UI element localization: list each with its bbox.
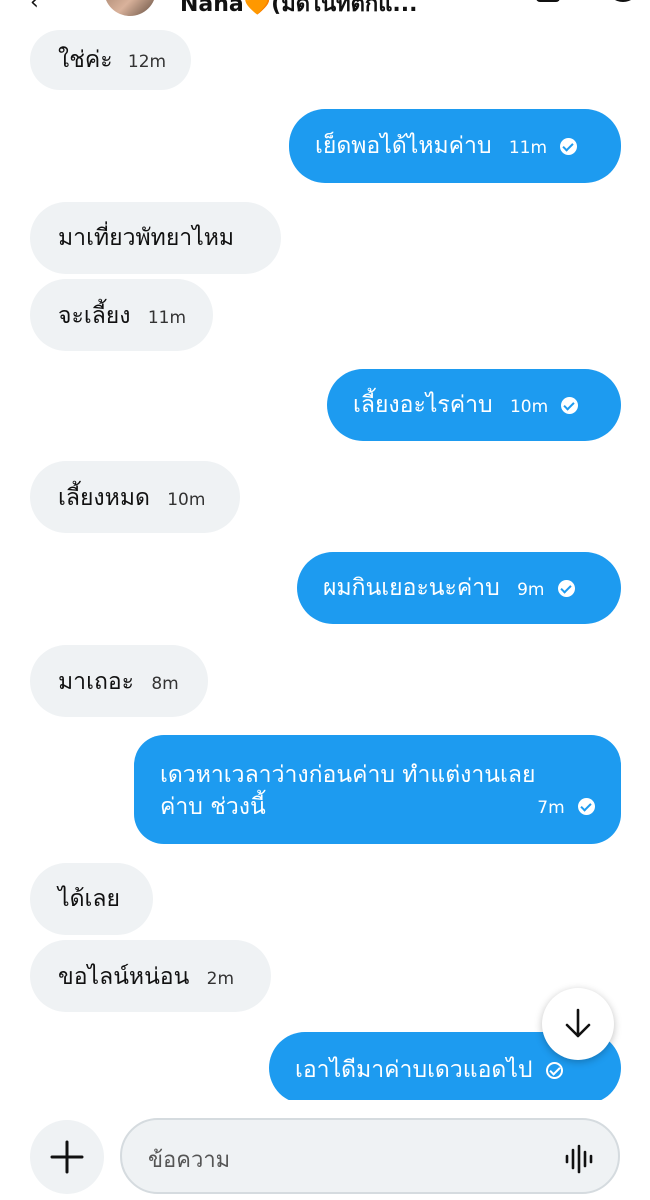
message-time: 11m [147, 308, 187, 328]
message-text: มาเที่ยวพัทยาไหม [58, 225, 235, 251]
message-text: เย็ดพอได้ไหมค่าบ [315, 133, 492, 159]
avatar[interactable] [104, 0, 156, 16]
sent-check-icon [578, 798, 595, 815]
sent-check-icon [560, 138, 578, 155]
message-time: 12m [127, 52, 167, 72]
message-input[interactable]: ข้อความ [120, 1118, 620, 1194]
message-bubble-outgoing[interactable]: เลี้ยงอะไรค่าบ 10m [327, 369, 621, 441]
message-placeholder: ข้อความ [148, 1148, 231, 1173]
settings-icon[interactable] [608, 0, 638, 2]
message-text: เลี้ยงหมด [58, 485, 150, 511]
message-bubble-incoming[interactable]: ได้เลย [30, 863, 153, 935]
message-bubble-incoming[interactable]: ขอไลน์หน่อน 2m [30, 940, 271, 1012]
message-text: มาเถอะ [58, 669, 135, 695]
message-text: เลี้ยงอะไรค่าบ [353, 392, 493, 418]
message-bubble-incoming[interactable]: จะเลี้ยง 11m [30, 279, 213, 351]
message-text: ขอไลน์หน่อน [58, 964, 190, 990]
info-icon[interactable] [536, 0, 560, 2]
message-text-line-1: เดวหาเวลาว่างก่อนค่าบ ทำแต่งานเลย [160, 762, 536, 788]
message-bubble-outgoing[interactable]: เดวหาเวลาว่างก่อนค่าบ ทำแต่งานเลย ค่าบ ช… [134, 735, 621, 844]
sent-check-icon [561, 397, 579, 414]
arrow-down-icon [565, 1008, 591, 1038]
message-time: 10m [167, 490, 206, 510]
add-attachment-button[interactable] [30, 1120, 104, 1194]
message-text: เอาไดีมาค่าบเดวแอดไป [295, 1057, 533, 1083]
message-bubble-incoming[interactable]: มาเที่ยวพัทยาไหม [30, 202, 281, 274]
message-time: 10m [509, 397, 549, 417]
message-time: 11m [508, 138, 548, 158]
plus-icon [50, 1140, 84, 1174]
chat-header: ‹ Nana🧡(มิดไนท์ตั๊กแ... [0, 0, 650, 18]
message-text: ได้เลย [58, 886, 120, 912]
message-composer: ข้อความ [0, 1100, 650, 1200]
message-bubble-incoming[interactable]: มาเถอะ 8m [30, 645, 208, 717]
scroll-to-bottom-button[interactable] [542, 988, 614, 1060]
message-time: 8m [151, 674, 179, 694]
back-arrow-icon[interactable]: ‹ [30, 0, 39, 14]
message-time: 2m [206, 969, 235, 989]
message-bubble-incoming[interactable]: เลี้ยงหมด 10m [30, 461, 240, 533]
sent-check-icon [557, 580, 575, 597]
message-text: จะเลี้ยง [58, 303, 131, 329]
message-time: 9m [517, 580, 545, 600]
voice-wave-icon[interactable] [564, 1144, 594, 1174]
sending-status-icon [545, 1062, 563, 1079]
message-bubble-incoming[interactable]: ใช่ค่ะ 12m [30, 30, 191, 90]
message-bubble-outgoing[interactable]: ผมกินเยอะนะค่าบ 9m [297, 552, 621, 624]
message-text: ผมกินเยอะนะค่าบ [323, 575, 500, 601]
message-bubble-outgoing[interactable]: เย็ดพอได้ไหมค่าบ 11m [289, 109, 621, 183]
message-time: 7m [537, 798, 565, 818]
message-text: ใช่ค่ะ [58, 47, 113, 73]
chat-name[interactable]: Nana🧡(มิดไนท์ตั๊กแ... [180, 0, 417, 21]
